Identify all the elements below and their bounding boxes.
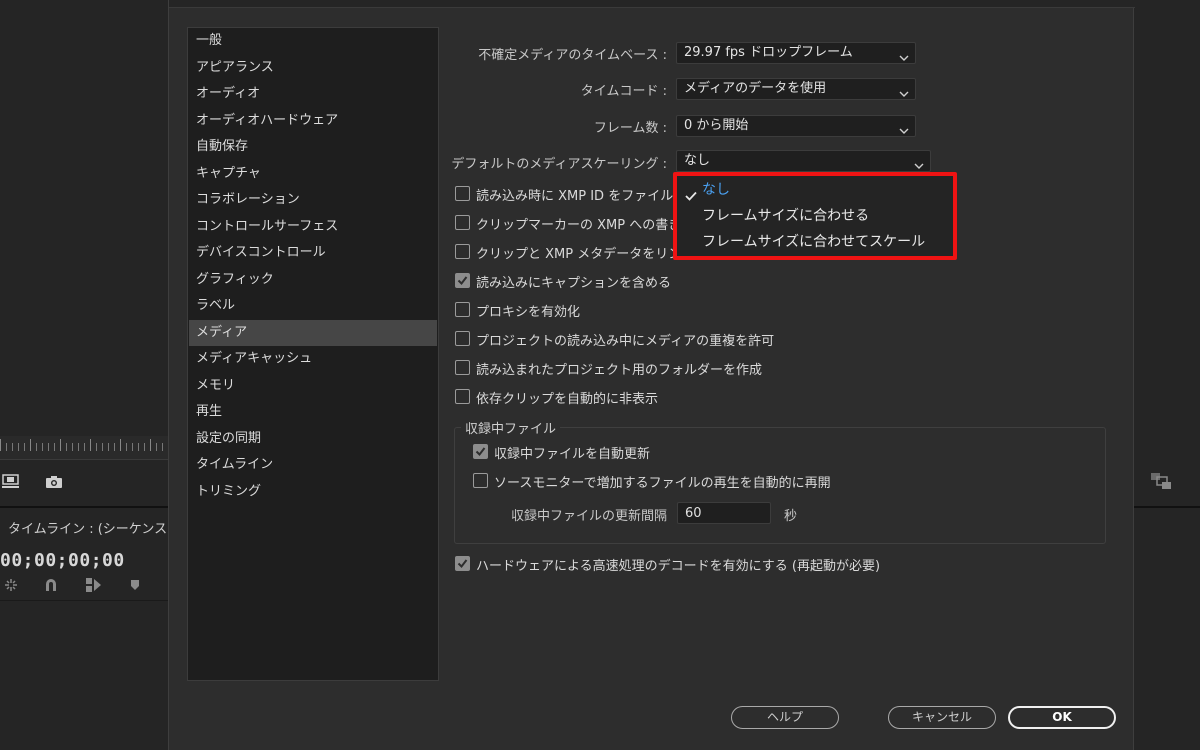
preferences-sidebar: 一般 アピアランス オーディオ オーディオハードウェア 自動保存 キャプチャ コ… [187, 27, 439, 681]
settings-panel-icon[interactable] [1150, 472, 1172, 490]
hide-dependent-clips-checkbox[interactable] [455, 389, 470, 404]
preferences-dialog: 一般 アピアランス オーディオ オーディオハードウェア 自動保存 キャプチャ コ… [168, 0, 1135, 750]
hide-dependent-clips-checkbox-row[interactable]: 依存クリップを自動的に非表示 [455, 387, 855, 407]
sidebar-item-trimming[interactable]: トリミング [189, 479, 437, 505]
dropdown-option-none[interactable]: なし [677, 178, 953, 202]
xmp-id-checkbox[interactable] [455, 186, 470, 201]
hardware-decode-row[interactable]: ハードウェアによる高速処理のデコードを有効にする (再起動が必要) [455, 554, 955, 574]
enable-proxies-checkbox[interactable] [455, 302, 470, 317]
timebase-label: 不確定メディアのタイムベース : [478, 48, 667, 63]
ok-button[interactable]: OK [1008, 706, 1116, 729]
sidebar-item-playback[interactable]: 再生 [189, 399, 437, 425]
auto-refresh-growing-files-row[interactable]: 収録中ファイルを自動更新 [473, 442, 773, 462]
hardware-decode-checkbox[interactable] [455, 556, 470, 571]
timecode-label: タイムコード : [580, 84, 667, 99]
background-panel-right [1134, 0, 1200, 750]
sidebar-item-appearance[interactable]: アピアランス [189, 55, 437, 81]
refresh-interval-input[interactable]: 60 [677, 502, 771, 524]
linked-selection-icon[interactable] [86, 578, 101, 592]
chevron-down-icon [899, 85, 909, 97]
dropdown-option-set-to-frame-size[interactable]: フレームサイズに合わせてスケール [677, 230, 953, 254]
scaling-label: デフォルトのメディアスケーリング : [451, 157, 667, 172]
frame-count-label: フレーム数 : [593, 121, 667, 136]
include-captions-checkbox[interactable] [455, 273, 470, 288]
camera-icon[interactable] [45, 475, 63, 489]
sidebar-item-control-surface[interactable]: コントロールサーフェス [189, 214, 437, 240]
timecode-select[interactable]: メディアのデータを使用 [676, 78, 916, 100]
chevron-down-icon [899, 122, 909, 134]
sidebar-item-audio[interactable]: オーディオ [189, 81, 437, 107]
scaling-dropdown-menu: なし フレームサイズに合わせる フレームサイズに合わせてスケール [673, 172, 957, 260]
sidebar-item-audio-hardware[interactable]: オーディオハードウェア [189, 108, 437, 134]
sidebar-item-labels[interactable]: ラベル [189, 293, 437, 319]
time-ruler[interactable] [0, 436, 168, 460]
clip-marker-xmp-checkbox-row[interactable]: クリップマーカーの XMP への書き [455, 213, 681, 233]
sidebar-item-collaboration[interactable]: コラボレーション [189, 187, 437, 213]
sidebar-item-auto-save[interactable]: 自動保存 [189, 134, 437, 160]
sidebar-item-graphics[interactable]: グラフィック [189, 267, 437, 293]
magnet-icon[interactable] [44, 578, 58, 592]
enable-proxies-checkbox-row[interactable]: プロキシを有効化 [455, 300, 755, 320]
create-project-folder-checkbox-row[interactable]: 読み込まれたプロジェクト用のフォルダーを作成 [455, 358, 855, 378]
sidebar-item-media[interactable]: メディア [189, 319, 437, 346]
marker-icon[interactable] [130, 578, 144, 592]
timeline-tools [4, 578, 168, 596]
xmp-id-checkbox-row[interactable]: 読み込み時に XMP ID をファイルに [455, 184, 686, 204]
scaling-select[interactable]: なし [676, 150, 931, 172]
source-monitor-resume-row[interactable]: ソースモニターで増加するファイルの再生を自動的に再開 [473, 471, 973, 491]
sidebar-item-capture[interactable]: キャプチャ [189, 161, 437, 187]
include-captions-checkbox-row[interactable]: 読み込みにキャプションを含める [455, 271, 755, 291]
sidebar-item-general[interactable]: 一般 [189, 28, 437, 54]
export-frame-icon[interactable] [2, 474, 20, 488]
auto-refresh-growing-files-checkbox[interactable] [473, 444, 488, 459]
dropdown-option-scale-to-frame[interactable]: フレームサイズに合わせる [677, 204, 953, 228]
sidebar-item-media-cache[interactable]: メディアキャッシュ [189, 346, 437, 372]
clip-marker-xmp-checkbox[interactable] [455, 215, 470, 230]
growing-files-title: 収録中ファイル [461, 418, 561, 437]
chevron-down-icon [899, 49, 909, 61]
create-project-folder-checkbox[interactable] [455, 360, 470, 375]
allow-duplicate-media-checkbox[interactable] [455, 331, 470, 346]
source-monitor-resume-checkbox[interactable] [473, 473, 488, 488]
sidebar-item-sync-settings[interactable]: 設定の同期 [189, 426, 437, 452]
sidebar-item-timeline[interactable]: タイムライン [189, 452, 437, 478]
chevron-down-icon [914, 157, 924, 169]
background-panel-left [0, 0, 168, 750]
help-button[interactable]: ヘルプ [731, 706, 839, 729]
frame-count-select[interactable]: 0 から開始 [676, 115, 916, 137]
allow-duplicate-media-checkbox-row[interactable]: プロジェクトの読み込み中にメディアの重複を許可 [455, 329, 855, 349]
timeline-panel-title[interactable]: タイムライン : (シーケンス [8, 518, 167, 537]
link-xmp-checkbox[interactable] [455, 244, 470, 259]
ripple-icon[interactable] [4, 578, 18, 592]
monitor-toolbar [0, 462, 168, 502]
link-xmp-checkbox-row[interactable]: クリップと XMP メタデータをリン [455, 242, 681, 262]
sidebar-item-memory[interactable]: メモリ [189, 373, 437, 399]
refresh-interval-label: 収録中ファイルの更新間隔 [511, 509, 668, 524]
cancel-button[interactable]: キャンセル [888, 706, 996, 729]
playhead-timecode[interactable]: 00;00;00;00 [0, 550, 125, 571]
refresh-interval-unit: 秒 [784, 509, 798, 524]
timebase-select[interactable]: 29.97 fps ドロップフレーム [676, 42, 916, 64]
sidebar-item-device-control[interactable]: デバイスコントロール [189, 240, 437, 266]
